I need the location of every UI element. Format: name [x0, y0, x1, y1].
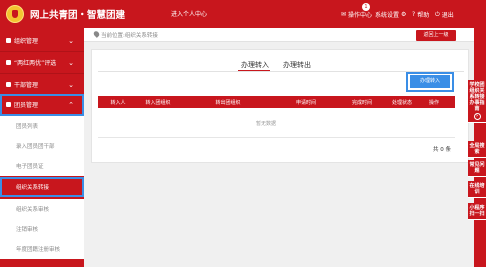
- sidebar-subitem-transfer-review[interactable]: 组织关系审核: [0, 199, 84, 219]
- league-logo-icon: [6, 5, 24, 23]
- app-title: 网上共青团・智慧团建: [30, 10, 126, 21]
- organization-icon: [6, 38, 11, 43]
- sidebar-subitem-annual-registration[interactable]: 年度团籍注册审核: [0, 239, 84, 259]
- empty-state-text: 暂无数据: [256, 121, 277, 127]
- school-transfer-guide-button[interactable]: 学校团组织关系转接办事指南 ›: [468, 80, 486, 123]
- operation-center-link[interactable]: ✉ 操作中心: [341, 10, 372, 19]
- mail-icon: ✉: [341, 11, 347, 18]
- gear-icon: ⚙: [401, 11, 407, 18]
- breadcrumb-text: 当前位置:组织关系转接: [101, 33, 158, 39]
- location-pin-icon: [92, 30, 101, 38]
- column-header: 完成时间: [351, 100, 373, 106]
- back-button[interactable]: 返回上一级: [416, 30, 456, 41]
- arrow-circle-icon: ›: [473, 113, 481, 120]
- column-header: 操作: [428, 100, 440, 106]
- active-tab-indicator: [238, 70, 270, 71]
- sidebar-item-cadres[interactable]: 干部管理 ⌄: [0, 74, 84, 96]
- member-icon: [6, 102, 11, 107]
- sidebar-subitem-cancel-review[interactable]: 注销审核: [0, 219, 84, 239]
- tab-transfer-out[interactable]: 办理转出: [283, 60, 311, 70]
- table-header: 转入人 转入团组织 转出团组织 申请时间 完成时间 处理状态 操作: [98, 96, 455, 108]
- logout-link[interactable]: ⏻ 退出: [435, 10, 454, 20]
- sidebar-subitem-e-card[interactable]: 电子团员证: [0, 156, 84, 176]
- award-icon: [6, 60, 11, 65]
- faq-button[interactable]: 常见问题: [468, 160, 486, 177]
- chevron-down-icon: ⌄: [68, 81, 74, 89]
- pagination-total: 共 0 条: [433, 147, 451, 153]
- sidebar-item-awards[interactable]: “两红两优”评选 ⌄: [0, 52, 84, 74]
- chevron-up-icon: ⌃: [68, 101, 74, 109]
- cadre-icon: [6, 82, 11, 87]
- table-empty-row: [98, 108, 455, 138]
- column-header: 申请时间: [295, 100, 317, 106]
- miniprogram-scan-button[interactable]: 小程序扫一扫: [468, 203, 486, 220]
- top-header: 网上共青团・智慧团建 进入个人中心 ✉ 操作中心 1 系统设置 ⚙ ? 帮助 ⏻…: [0, 0, 486, 28]
- column-header: 转出团组织: [215, 100, 241, 106]
- transfer-in-button[interactable]: 办理转入: [410, 75, 450, 88]
- column-header: 转入团组织: [145, 100, 171, 106]
- system-settings-link[interactable]: 系统设置 ⚙: [375, 10, 406, 19]
- tab-transfer-in[interactable]: 办理转入: [241, 60, 269, 70]
- column-header: 处理状态: [391, 100, 413, 106]
- sidebar-subitem-transfer[interactable]: 组织关系转接: [0, 177, 84, 197]
- global-search-button[interactable]: 全局搜索: [468, 141, 486, 158]
- sidebar-item-members[interactable]: 团员管理 ⌃: [0, 94, 84, 116]
- online-training-button[interactable]: 在线培训: [468, 181, 486, 198]
- column-header: 转入人: [110, 100, 126, 106]
- personal-center-link[interactable]: 进入个人中心: [171, 9, 207, 18]
- chevron-down-icon: ⌄: [68, 37, 74, 45]
- help-link[interactable]: ? 帮助: [412, 10, 429, 19]
- help-icon: ?: [412, 11, 416, 18]
- chevron-down-icon: ⌄: [68, 59, 74, 67]
- sidebar-subitem-enter-members[interactable]: 录入团员团干部: [0, 136, 84, 156]
- sidebar-item-organization[interactable]: 组织管理 ⌄: [0, 30, 84, 52]
- sidebar-subitem-member-list[interactable]: 团员列表: [0, 116, 84, 136]
- logout-icon: ⏻: [435, 10, 440, 18]
- notification-badge: 1: [362, 3, 370, 11]
